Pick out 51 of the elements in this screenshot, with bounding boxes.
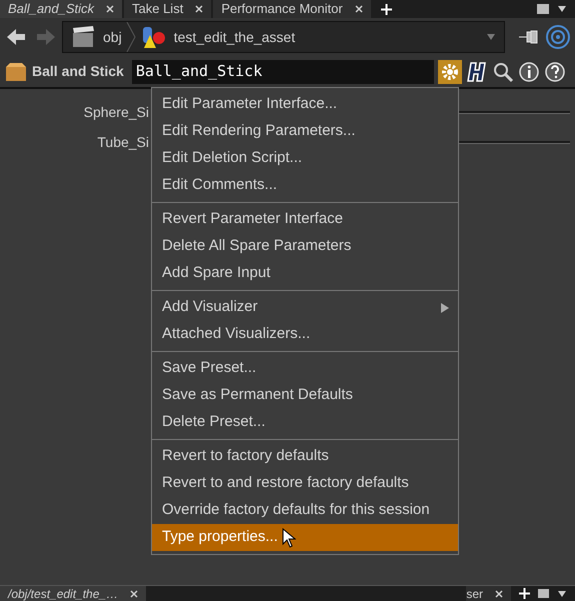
path-field[interactable]: obj test_edit_the_asset [62, 21, 505, 53]
menu-item[interactable]: Add Visualizer [152, 294, 458, 321]
add-tab-icon[interactable] [380, 4, 392, 14]
menu-item[interactable]: Add Spare Input [152, 260, 458, 287]
help-icon[interactable] [544, 60, 566, 82]
path-segment[interactable]: obj [103, 26, 122, 48]
node-type-label: Ball and Stick [32, 62, 124, 81]
slider-track[interactable] [459, 140, 570, 144]
gear-button[interactable] [438, 60, 462, 84]
menu-item[interactable]: Save Preset... [152, 355, 458, 382]
dropdown-icon[interactable] [557, 5, 567, 13]
search-icon[interactable] [492, 60, 514, 82]
menu-item[interactable]: Override factory defaults for this session [152, 497, 458, 524]
h-logo-icon[interactable] [466, 60, 488, 84]
mouse-cursor-icon [282, 528, 296, 548]
parameter-label: Sphere_Si [84, 102, 149, 122]
add-tab-icon[interactable] [519, 588, 530, 599]
menu-item[interactable]: Revert to factory defaults [152, 443, 458, 470]
node-name-field[interactable]: Ball_and_Stick [132, 60, 434, 84]
parameter-label: Tube_Si [97, 132, 149, 152]
slider-track[interactable] [459, 110, 570, 114]
menu-item[interactable]: Edit Deletion Script... [152, 145, 458, 172]
menu-item[interactable]: Edit Parameter Interface... [152, 91, 458, 118]
menu-item[interactable]: Revert Parameter Interface [152, 206, 458, 233]
close-icon[interactable] [130, 590, 138, 598]
close-icon[interactable] [195, 5, 204, 13]
close-icon[interactable] [354, 5, 363, 13]
box-icon [4, 60, 28, 82]
path-separator-icon [126, 22, 136, 52]
path-segment[interactable]: test_edit_the_asset [174, 26, 296, 48]
info-icon[interactable] [518, 60, 540, 82]
close-icon[interactable] [495, 590, 503, 598]
clapperboard-icon [71, 25, 95, 49]
menu-item[interactable]: Attached Visualizers... [152, 321, 458, 348]
tab[interactable]: Take List [124, 0, 212, 18]
gear-icon [440, 62, 459, 80]
dropdown-icon[interactable] [557, 590, 567, 598]
tab[interactable]: ser [466, 586, 511, 601]
tab[interactable]: Performance Monitor [213, 0, 371, 18]
tab[interactable]: Ball_and_Stick [0, 0, 122, 18]
close-icon[interactable] [106, 5, 114, 13]
tab[interactable]: /obj/test_edit_the_… [0, 586, 146, 601]
menu-item[interactable]: Delete All Spare Parameters [152, 233, 458, 260]
menu-item[interactable]: Revert to and restore factory defaults [152, 470, 458, 497]
menu-item[interactable]: Type properties... [152, 524, 458, 551]
menu-item[interactable]: Save as Permanent Defaults [152, 382, 458, 409]
target-icon[interactable] [545, 24, 571, 50]
menu-item[interactable]: Delete Preset... [152, 409, 458, 436]
menu-item[interactable]: Edit Comments... [152, 172, 458, 199]
menu-item[interactable]: Edit Rendering Parameters... [152, 118, 458, 145]
submenu-arrow-icon [440, 302, 450, 314]
